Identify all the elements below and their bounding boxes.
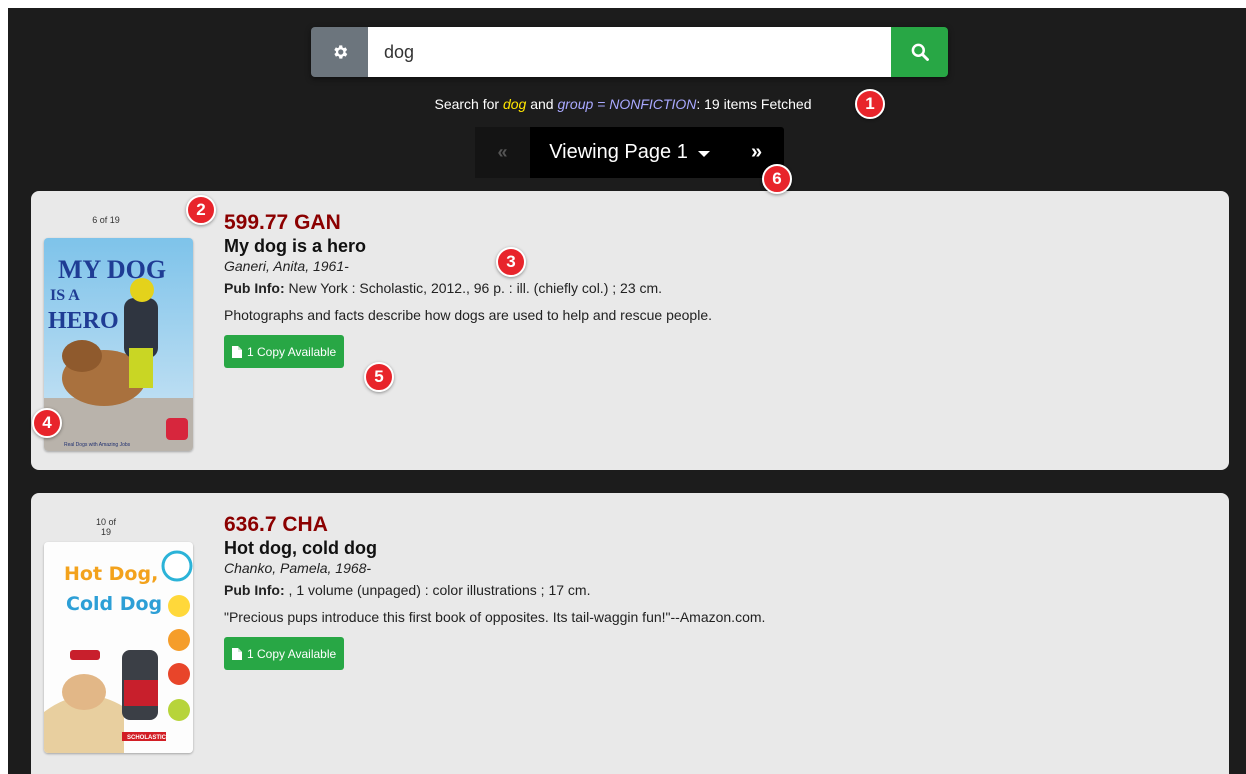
result-summary: "Precious pups introduce this first book… <box>224 609 766 625</box>
search-input[interactable] <box>368 27 891 77</box>
settings-button[interactable] <box>311 27 368 77</box>
result-card: 6 of 19 MY DOG IS A HERO Real Dogs with … <box>31 191 1229 470</box>
availability-label: 1 Copy Available <box>247 646 337 661</box>
pagination: « Viewing Page 1 » <box>475 127 784 178</box>
annotation-marker-5: 5 <box>364 362 394 392</box>
search-button[interactable] <box>891 27 948 77</box>
result-info: 599.77 GAN My dog is a hero Ganeri, Anit… <box>224 211 712 368</box>
page-dropdown[interactable]: Viewing Page 1 <box>530 127 729 178</box>
call-number: 636.7 CHA <box>224 513 328 536</box>
annotation-marker-3: 3 <box>496 247 526 277</box>
result-info: 636.7 CHA Hot dog, cold dog Chanko, Pame… <box>224 513 765 670</box>
result-title[interactable]: My dog is a hero <box>224 235 712 257</box>
caret-down-icon <box>697 150 710 157</box>
cover-title-line-2: IS A <box>50 287 80 304</box>
status-group: group = NONFICTION <box>557 96 697 112</box>
book-cover[interactable]: MY DOG IS A HERO Real Dogs with Amazing … <box>44 238 193 451</box>
pub-info: Pub Info: New York : Scholastic, 2012., … <box>224 277 712 299</box>
status-keyword: dog <box>502 96 527 112</box>
book-cover[interactable]: Hot Dog, Cold Dog SCHOLASTIC <box>44 542 193 753</box>
double-chevron-right-icon: » <box>750 141 763 163</box>
status-count: : 19 items Fetched <box>696 96 812 112</box>
cover-title-line-2: Cold Dog <box>66 593 162 615</box>
search-bar <box>311 27 948 77</box>
document-icon <box>232 345 242 358</box>
search-icon <box>911 43 929 61</box>
pub-info-label: Pub Info: <box>224 280 285 296</box>
cover-caption: SCHOLASTIC <box>127 735 167 741</box>
result-author: Chanko, Pamela, 1968- <box>224 560 372 576</box>
availability-button[interactable]: 1 Copy Available <box>224 637 345 670</box>
annotation-marker-4: 4 <box>32 408 62 438</box>
result-position: 10 of 19 <box>95 517 117 537</box>
availability-button[interactable]: 1 Copy Available <box>224 335 345 368</box>
cover-caption: Real Dogs with Amazing Jobs <box>64 442 131 448</box>
availability-label: 1 Copy Available <box>247 344 337 359</box>
search-status: Search for dog and group = NONFICTION: 1… <box>0 96 1246 112</box>
result-summary: Photographs and facts describe how dogs … <box>224 307 712 323</box>
status-and: and <box>530 96 554 112</box>
result-author: Ganeri, Anita, 1961- <box>224 258 349 274</box>
pub-info-value: New York : Scholastic, 2012., 96 p. : il… <box>288 280 663 296</box>
annotation-marker-1: 1 <box>855 89 885 119</box>
cover-title-line-1: MY DOG <box>58 255 166 284</box>
document-icon <box>232 647 242 660</box>
result-position: 6 of 19 <box>92 215 120 225</box>
previous-page-button[interactable]: « <box>475 127 530 178</box>
cover-title-line-1: Hot Dog, <box>64 563 158 585</box>
result-card: 10 of 19 Hot Dog, Cold Dog SCHOLASTIC 63… <box>31 493 1229 774</box>
gear-icon <box>333 45 347 59</box>
call-number: 599.77 GAN <box>224 211 341 234</box>
cover-image: Hot Dog, Cold Dog SCHOLASTIC <box>44 542 193 753</box>
result-title[interactable]: Hot dog, cold dog <box>224 537 765 559</box>
double-chevron-left-icon: « <box>497 142 508 162</box>
status-prefix: Search for <box>434 96 500 112</box>
annotation-marker-6: 6 <box>762 164 792 194</box>
pub-info: Pub Info: , 1 volume (unpaged) : color i… <box>224 579 765 601</box>
annotation-marker-2: 2 <box>186 195 216 225</box>
cover-title-line-3: HERO <box>48 308 119 334</box>
page-label: Viewing Page 1 <box>549 141 688 163</box>
pub-info-label: Pub Info: <box>224 582 285 598</box>
cover-image: MY DOG IS A HERO Real Dogs with Amazing … <box>44 238 193 451</box>
pub-info-value: , 1 volume (unpaged) : color illustratio… <box>288 582 591 598</box>
